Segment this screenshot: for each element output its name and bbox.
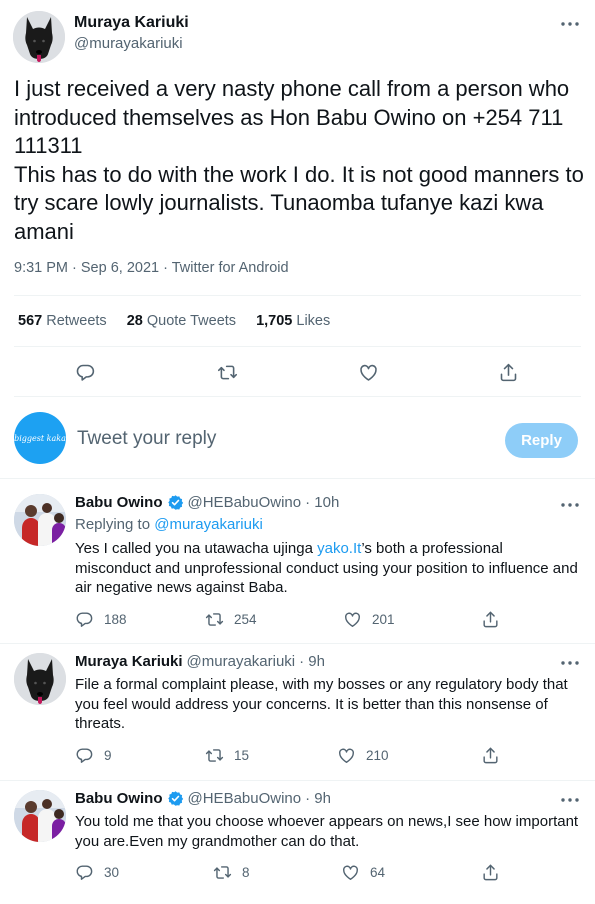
share-button[interactable] (481, 610, 500, 629)
reply-button[interactable] (75, 362, 96, 383)
retweets-count: 8 (242, 865, 250, 880)
reply-time[interactable]: · 9h (305, 790, 331, 807)
share-icon (481, 863, 500, 882)
verified-badge-icon (167, 494, 184, 511)
reply-author-handle[interactable]: @HEBabuOwino (188, 494, 302, 511)
quotes-label: Quote Tweets (146, 313, 237, 329)
reply-icon (75, 610, 94, 629)
more-icon[interactable] (559, 793, 581, 807)
reply-time[interactable]: · 10h (305, 494, 339, 511)
share-button[interactable] (498, 362, 519, 383)
share-icon (481, 746, 500, 765)
reply-icon (75, 863, 94, 882)
reply-header: Babu Owino @HEBabuOwino · 9h (75, 790, 331, 807)
divider (0, 478, 595, 479)
like-button[interactable]: 201 (343, 610, 395, 629)
reply-icon (75, 746, 94, 765)
like-button[interactable]: 210 (337, 746, 389, 765)
replying-to: Replying to @murayakariuki (75, 516, 263, 533)
heart-icon (341, 863, 360, 882)
retweet-button[interactable]: 8 (213, 863, 250, 882)
reply-author-avatar[interactable] (14, 790, 66, 842)
reply-header: Babu Owino @HEBabuOwino · 10h (75, 494, 339, 511)
reply-author-handle[interactable]: @murayakariuki (187, 653, 296, 670)
reply-time[interactable]: · 9h (299, 653, 325, 670)
reply-text-link[interactable]: yako.It (317, 540, 361, 557)
likes-count: 210 (366, 748, 389, 763)
tweet-meta[interactable]: 9:31 PM · Sep 6, 2021 · Twitter for Andr… (14, 260, 289, 276)
group-photo-avatar (14, 790, 66, 842)
heart-icon (337, 746, 356, 765)
likes-count: 201 (372, 612, 395, 627)
retweet-icon (217, 362, 238, 383)
reply-header: Muraya Kariuki @murayakariuki · 9h (75, 653, 325, 670)
divider (0, 643, 595, 644)
share-button[interactable] (481, 863, 500, 882)
likes-label: Likes (296, 313, 331, 329)
divider (0, 780, 595, 781)
reply-input[interactable]: Tweet your reply (77, 428, 216, 450)
reply-submit-button[interactable]: Reply (505, 423, 578, 458)
share-icon (481, 610, 500, 629)
group-photo-avatar (14, 494, 66, 546)
retweet-icon (205, 746, 224, 765)
share-icon (498, 362, 519, 383)
divider (14, 295, 581, 296)
retweets-count: 254 (234, 612, 257, 627)
retweets-count: 15 (234, 748, 250, 763)
reply-text: Yes I called you na utawacha ujinga yako… (75, 539, 580, 598)
divider (14, 346, 581, 347)
reply-icon (75, 362, 96, 383)
dog-avatar-image (13, 11, 65, 63)
likes-count: 64 (370, 865, 386, 880)
author-handle[interactable]: @murayakariuki (74, 35, 183, 52)
quote-tweets-stat[interactable]: 28 Quote Tweets (127, 313, 236, 329)
replies-count: 30 (104, 865, 120, 880)
heart-icon (343, 610, 362, 629)
replies-count: 188 (104, 612, 127, 627)
author-name[interactable]: Muraya Kariuki (74, 14, 189, 32)
retweet-button[interactable] (217, 362, 238, 383)
reply-author-name[interactable]: Babu Owino (75, 494, 163, 511)
retweet-icon (213, 863, 232, 882)
divider (14, 396, 581, 397)
likes-stat[interactable]: 1,705 Likes (256, 313, 330, 329)
like-button[interactable] (358, 362, 379, 383)
retweet-button[interactable]: 15 (205, 746, 249, 765)
retweets-count: 567 (18, 313, 43, 329)
share-button[interactable] (481, 746, 500, 765)
reply-text: You told me that you choose whoever appe… (75, 813, 579, 850)
reply-author-avatar[interactable] (14, 494, 66, 546)
reply-author-name[interactable]: Babu Owino (75, 790, 163, 807)
quotes-count: 28 (126, 313, 143, 329)
heart-icon (358, 362, 379, 383)
more-icon[interactable] (559, 498, 581, 512)
reply-author-name[interactable]: Muraya Kariuki (75, 653, 183, 670)
more-icon[interactable] (559, 17, 581, 31)
retweets-stat[interactable]: 567 Retweets (18, 313, 107, 329)
reply-author-avatar[interactable] (14, 653, 66, 705)
like-button[interactable]: 64 (341, 863, 385, 882)
verified-badge-icon (167, 790, 184, 807)
reply-author-handle[interactable]: @HEBabuOwino (188, 790, 302, 807)
reply-text: File a formal complaint please, with my … (75, 676, 568, 732)
tweet-text: I just received a very nasty phone call … (14, 76, 584, 244)
author-avatar[interactable] (13, 11, 65, 63)
likes-count: 1,705 (256, 313, 293, 329)
replying-to-link[interactable]: @murayakariuki (154, 516, 263, 533)
reply-text-part: Yes I called you na utawacha ujinga (75, 540, 318, 557)
replying-prefix: Replying to (75, 516, 151, 533)
retweet-button[interactable]: 254 (205, 610, 257, 629)
replies-count: 9 (104, 748, 112, 763)
retweet-icon (205, 610, 224, 629)
retweets-label: Retweets (46, 313, 107, 329)
reply-button[interactable]: 30 (75, 863, 119, 882)
tweet-stats: 567 Retweets 28 Quote Tweets 1,705 Likes (18, 313, 330, 329)
dog-avatar-image (14, 653, 66, 705)
reply-button[interactable]: 9 (75, 746, 112, 765)
user-avatar[interactable]: biggest kaka (14, 412, 66, 464)
reply-button[interactable]: 188 (75, 610, 127, 629)
more-icon[interactable] (559, 656, 581, 670)
